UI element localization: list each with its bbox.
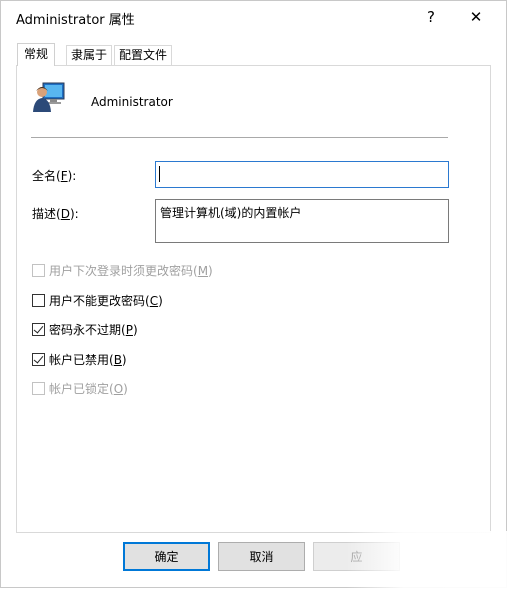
checkbox-label: 帐户已锁定(O) <box>49 381 128 396</box>
description-label: 描述(D): <box>32 207 79 221</box>
fullname-input[interactable] <box>155 161 449 188</box>
checkbox-label: 密码永不过期(P) <box>49 322 138 337</box>
account-locked-checkbox[interactable]: 帐户已锁定(O) <box>32 379 128 397</box>
description-input[interactable]: 管理计算机(域)的内置帐户 <box>155 199 449 243</box>
help-button[interactable]: ? <box>408 1 454 32</box>
checkbox-box[interactable] <box>32 293 45 307</box>
tab-general[interactable]: 常规 <box>17 43 56 66</box>
tab-profile[interactable]: 配置文件 <box>114 45 173 65</box>
checkbox-label: 用户下次登录时须更改密码(M) <box>49 263 213 278</box>
password-never-expires-checkbox[interactable]: 密码永不过期(P) <box>32 320 138 338</box>
checkbox-label: 用户不能更改密码(C) <box>49 293 163 308</box>
question-mark-icon: ? <box>427 7 435 26</box>
user-monitor-icon <box>33 82 65 112</box>
checkbox-box-checked[interactable] <box>32 322 45 336</box>
fullname-label: 全名(F): <box>32 169 77 183</box>
checkbox-box-checked[interactable] <box>32 352 45 366</box>
cancel-button[interactable]: 取消 <box>218 542 305 571</box>
close-button[interactable]: ✕ <box>453 1 499 32</box>
cannot-change-password-checkbox[interactable]: 用户不能更改密码(C) <box>32 291 163 309</box>
apply-button[interactable]: 应 <box>313 542 400 571</box>
title-bar[interactable]: Administrator 属性 ? ✕ <box>1 1 506 33</box>
window-title: Administrator 属性 <box>16 13 135 28</box>
checkbox-box[interactable] <box>32 263 45 277</box>
must-change-password-checkbox[interactable]: 用户下次登录时须更改密码(M) <box>32 261 213 279</box>
checkbox-box[interactable] <box>32 381 45 395</box>
separator <box>31 137 448 138</box>
ok-button[interactable]: 确定 <box>123 542 210 571</box>
tab-member-of[interactable]: 隶属于 <box>66 45 113 65</box>
account-disabled-checkbox[interactable]: 帐户已禁用(B) <box>32 350 127 368</box>
user-name: Administrator <box>91 95 173 109</box>
properties-dialog: Administrator 属性 ? ✕ 常规 隶属于 配置文件 Adminis… <box>0 0 507 589</box>
close-icon: ✕ <box>469 7 483 26</box>
checkbox-label: 帐户已禁用(B) <box>49 352 127 367</box>
text-caret <box>159 166 160 182</box>
